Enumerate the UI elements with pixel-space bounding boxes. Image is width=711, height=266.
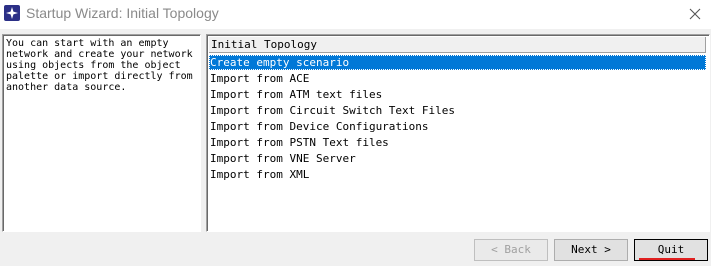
description-panel: You can start with an empty network and … [2, 34, 201, 232]
list-item-import-ace[interactable]: Import from ACE [209, 71, 706, 86]
topology-list[interactable]: Initial Topology Create empty scenario I… [206, 34, 710, 232]
back-button[interactable]: < Back [474, 239, 548, 261]
title-bar: Startup Wizard: Initial Topology [0, 0, 711, 29]
close-icon[interactable] [688, 6, 702, 20]
window-title: Startup Wizard: Initial Topology [26, 5, 219, 21]
list-item-import-device-configurations[interactable]: Import from Device Configurations [209, 119, 706, 134]
list-item-import-xml[interactable]: Import from XML [209, 167, 706, 182]
star-app-icon [4, 5, 20, 21]
quit-annotation-underline [639, 258, 695, 260]
list-item-import-atm[interactable]: Import from ATM text files [209, 87, 706, 102]
list-item-import-circuit-switch[interactable]: Import from Circuit Switch Text Files [209, 103, 706, 118]
list-item-create-empty-scenario[interactable]: Create empty scenario [209, 55, 706, 70]
next-button[interactable]: Next > [554, 239, 628, 261]
list-header: Initial Topology [209, 37, 706, 53]
list-item-import-pstn[interactable]: Import from PSTN Text files [209, 135, 706, 150]
list-item-import-vne-server[interactable]: Import from VNE Server [209, 151, 706, 166]
description-text: You can start with an empty network and … [6, 38, 193, 93]
